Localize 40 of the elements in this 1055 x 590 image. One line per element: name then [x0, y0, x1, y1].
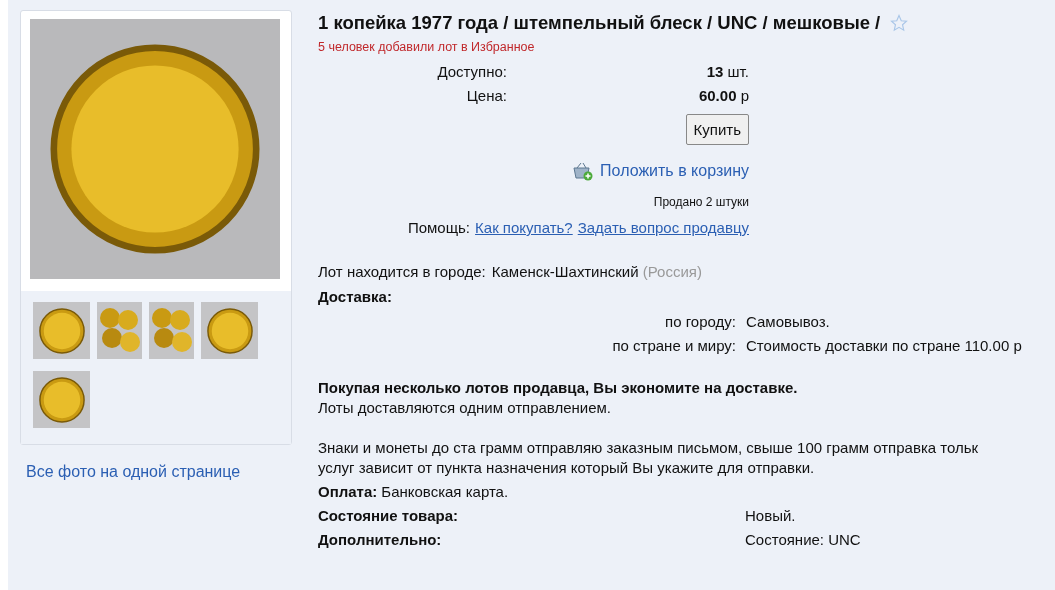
- sold-count: Продано 2 штуки: [653, 195, 749, 209]
- all-photos-link[interactable]: Все фото на одной странице: [26, 463, 292, 481]
- help-link[interactable]: Как покупать?: [475, 219, 573, 236]
- location-value: Каменск-Шахтинский (Россия): [491, 262, 702, 282]
- coin-icon: [205, 306, 254, 355]
- delivery-value: Самовывоз.: [746, 312, 831, 332]
- payment-label: Оплата:: [318, 482, 378, 502]
- location-label: Лот находится в городе:: [318, 262, 486, 282]
- savings-heading: Покупая несколько лотов продавца, Вы экономите на доставке.: [318, 378, 799, 398]
- shipping-note: Знаки и монеты до ста грамм отправляю заказным письмом, свыше 100 грамм отправка тольк: [318, 438, 980, 458]
- field-label: Цена:: [465, 86, 507, 106]
- favorites-note: 5 человек добавили лот в Избранное: [318, 40, 536, 54]
- coin-icon: [37, 375, 86, 424]
- detail-label: Состояние товара:: [318, 506, 459, 526]
- add-to-cart-link[interactable]: Положить в корзину: [572, 161, 749, 181]
- buy-button[interactable]: Купить: [685, 114, 749, 145]
- photo-thumbnail[interactable]: [33, 302, 90, 359]
- field-value: 60.00 р: [697, 86, 749, 106]
- field-label: Доступно:: [436, 62, 507, 82]
- shipping-note: услуг зависит от пункта назначения который Вы укажите для отправки.: [318, 458, 816, 478]
- help-link[interactable]: Задать вопрос продавцу: [577, 219, 749, 236]
- delivery-label: по стране и миру:: [611, 336, 736, 356]
- photo-thumbnail[interactable]: [33, 371, 90, 428]
- detail-value: Новый.: [745, 506, 797, 526]
- savings-text: Лоты доставляются одним отправлением.: [318, 398, 613, 418]
- photo-thumbnail[interactable]: [201, 302, 258, 359]
- delivery-value: Стоимость доставки по стране 110.00 р: [746, 336, 1023, 356]
- payment-value: Банковская карта.: [381, 482, 509, 502]
- detail-label: Дополнительно:: [318, 530, 443, 550]
- delivery-label: по городу:: [664, 312, 736, 332]
- photo-thumbnail[interactable]: [97, 302, 142, 359]
- field-value: 13 шт.: [705, 62, 749, 82]
- coin-icon: [37, 306, 86, 355]
- star-icon[interactable]: [890, 14, 909, 32]
- photo-thumbnail[interactable]: [149, 302, 194, 359]
- delivery-heading: Доставка:: [318, 287, 393, 307]
- lot-title: 1 копейка 1977 года / штемпельный блеск / UNC / мешковые /: [318, 12, 881, 34]
- help-label: Помощь:: [407, 219, 471, 236]
- detail-value: Состояние: UNC: [745, 530, 862, 550]
- basket-icon: [572, 161, 595, 181]
